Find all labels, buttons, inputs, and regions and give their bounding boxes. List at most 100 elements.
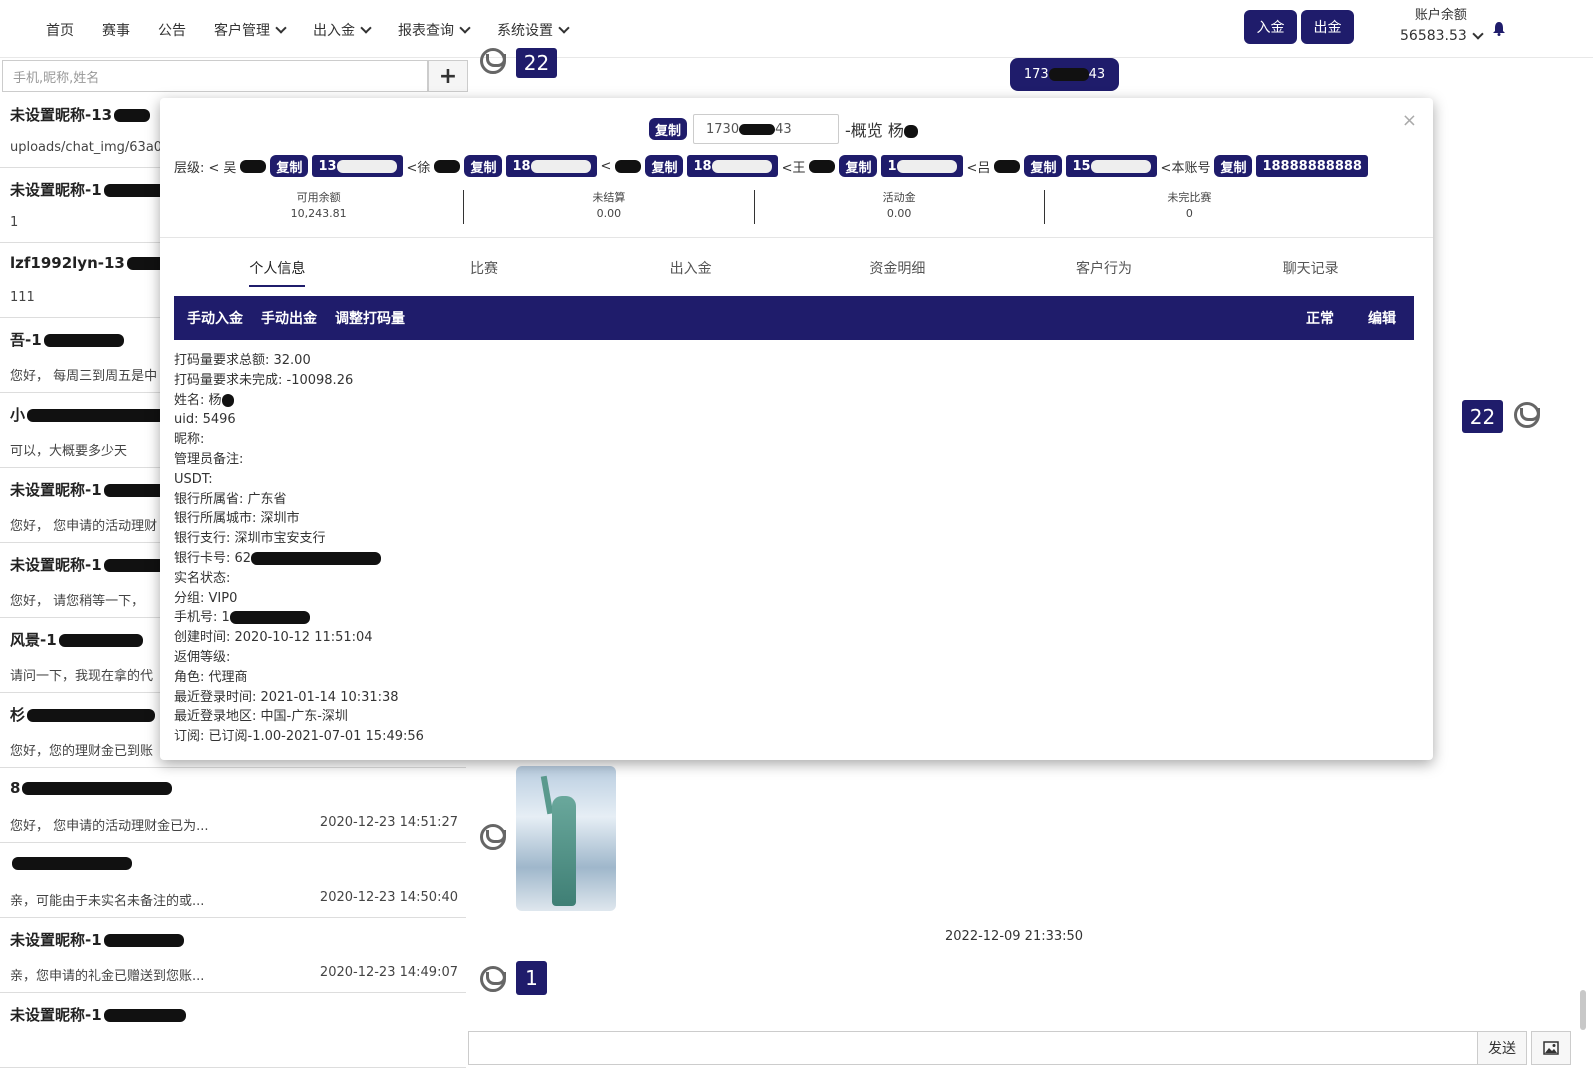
info-text: USDT:: [174, 471, 213, 487]
hierarchy-account[interactable]: 15: [1066, 155, 1157, 177]
hierarchy-account[interactable]: 18: [687, 155, 778, 177]
scrollbar[interactable]: [1580, 990, 1586, 1030]
copy-button[interactable]: 复制: [270, 155, 309, 177]
action-button[interactable]: 手动出金: [261, 308, 317, 328]
balance-value: 56583.53: [1400, 28, 1467, 44]
chevron-down-icon: [360, 21, 372, 34]
info-line: 昵称:: [174, 430, 424, 450]
close-icon[interactable]: ×: [1402, 110, 1417, 131]
divider: [160, 237, 1433, 238]
tab-label: 个人信息: [249, 261, 306, 287]
conversation-name-text: 杉: [10, 706, 26, 724]
tab-0[interactable]: 个人信息: [174, 258, 381, 288]
conversation-name: 未设置昵称-1: [10, 1004, 186, 1025]
agent-avatar-icon: [1514, 402, 1540, 428]
bell-icon[interactable]: [1493, 22, 1505, 36]
tab-label: 聊天记录: [1282, 261, 1339, 277]
copy-button[interactable]: 复制: [839, 155, 878, 177]
hierarchy-account-text: 18: [512, 158, 531, 174]
info-line: 创建时间: 2020-10-12 11:51:04: [174, 628, 424, 648]
hierarchy-account[interactable]: 13: [312, 155, 403, 177]
chat-bubble-phone: 173 43: [1010, 58, 1119, 91]
action-right-group: 正常 编辑: [1306, 308, 1396, 328]
tab-label: 比赛: [470, 261, 498, 277]
info-line: 银行所属城市: 深圳市: [174, 509, 424, 529]
redaction: [809, 159, 836, 173]
nav-item[interactable]: 首页: [46, 20, 74, 40]
copy-button[interactable]: 复制: [649, 118, 688, 140]
send-button[interactable]: 发送: [1477, 1031, 1527, 1065]
conversation-preview: 111: [10, 290, 35, 305]
hierarchy-prefix: 吴: [223, 160, 237, 176]
tab-5[interactable]: 聊天记录: [1207, 258, 1414, 288]
nav-item[interactable]: 出入金: [313, 20, 372, 40]
copy-button[interactable]: 复制: [645, 155, 684, 177]
deposit-button[interactable]: 入金: [1244, 10, 1297, 44]
account-balance[interactable]: 账户余额 56583.53: [1400, 6, 1484, 46]
copy-button[interactable]: 复制: [1024, 155, 1063, 177]
message-input[interactable]: [468, 1031, 1478, 1065]
info-text: 打码量要求未完成: -10098.26: [174, 372, 354, 388]
nav-item[interactable]: 客户管理: [214, 20, 287, 40]
conversation-preview: 1: [10, 215, 19, 230]
withdraw-button[interactable]: 出金: [1301, 10, 1354, 44]
info-text: 管理员备注:: [174, 451, 244, 467]
account-input[interactable]: 1730 43: [693, 114, 840, 144]
image-upload-button[interactable]: [1531, 1031, 1571, 1065]
conversation-item[interactable]: 未设置昵称-1: [0, 992, 466, 1068]
conversation-name-text: 未设置昵称-1: [10, 181, 102, 199]
conversation-item[interactable]: 亲，可能由于未实名未备注的或... 2020-12-23 14:50:40: [0, 842, 466, 918]
conversation-name: 小: [10, 404, 168, 425]
user-avatar-icon: [480, 966, 506, 992]
action-button[interactable]: 编辑: [1368, 308, 1396, 328]
stat-item: 未结算 0.00: [464, 190, 755, 224]
redaction: [43, 334, 124, 347]
top-navbar: 首页 赛事 公告 客户管理 出入金 报表查询 系统设置 入金 出金 账户余额 56583.5…: [0, 0, 1593, 58]
info-text: 最近登录地区: 中国-广东-深圳: [174, 709, 348, 725]
tab-1[interactable]: 比赛: [381, 258, 588, 288]
action-button[interactable]: 正常: [1306, 308, 1334, 328]
redaction: [994, 159, 1021, 173]
conversation-item[interactable]: 未设置昵称-1 亲，您申请的礼金已赠送到您账... 2020-12-23 14:49…: [0, 917, 466, 993]
stat-label: 可用余额: [296, 191, 341, 204]
redaction: [103, 484, 166, 497]
add-button[interactable]: +: [428, 60, 468, 92]
nav-item[interactable]: 赛事: [102, 20, 130, 40]
search-input[interactable]: 手机,昵称,姓名: [2, 60, 428, 92]
chat-image[interactable]: [516, 766, 616, 911]
hierarchy-label: 层级: <: [174, 160, 220, 176]
conversation-name-text: 风景-1: [10, 631, 57, 649]
nav-item-label: 赛事: [102, 23, 130, 39]
redaction: [103, 934, 184, 947]
conversation-item[interactable]: 8 您好， 您申请的活动理财金已为... 2020-12-23 14:51:27: [0, 767, 466, 843]
redaction: [336, 159, 397, 173]
conversation-name: 杉: [10, 704, 156, 725]
redaction: [711, 159, 772, 173]
conversation-name-text: 未设置昵称-1: [10, 931, 102, 949]
tab-3[interactable]: 资金明细: [794, 258, 1001, 288]
copy-button[interactable]: 复制: [464, 155, 503, 177]
hierarchy-account[interactable]: 1: [881, 155, 963, 177]
chat-timestamp: 2022-12-09 21:33:50: [945, 929, 1084, 944]
conversation-name-text: 未设置昵称-13: [10, 106, 113, 124]
nav-item[interactable]: 系统设置: [497, 20, 570, 40]
hierarchy-prefix: <吕: [966, 160, 991, 176]
copy-button[interactable]: 复制: [1214, 155, 1253, 177]
own-account[interactable]: 18888888888: [1256, 155, 1368, 177]
redaction: [27, 709, 156, 722]
info-text: 分组: VIP0: [174, 590, 238, 606]
redaction: [615, 159, 642, 173]
tab-4[interactable]: 客户行为: [1001, 258, 1208, 288]
stat-value: 10,243.81: [290, 207, 347, 220]
tab-2[interactable]: 出入金: [587, 258, 794, 288]
hierarchy-account[interactable]: 18: [506, 155, 597, 177]
conversation-name-text: 未设置昵称-1: [10, 556, 102, 574]
info-text: 昵称:: [174, 432, 205, 448]
hierarchy-prefix: <王: [781, 160, 806, 176]
account-stats: 可用余额 10,243.81 未结算 0.00 活动金 0.00 未完比赛 0: [174, 190, 1334, 224]
nav-item[interactable]: 公告: [158, 20, 186, 40]
action-button[interactable]: 手动入金: [187, 308, 243, 328]
action-button[interactable]: 调整打码量: [335, 308, 405, 328]
nav-item[interactable]: 报表查询: [398, 20, 471, 40]
stat-item: 未完比赛 0: [1045, 190, 1334, 224]
